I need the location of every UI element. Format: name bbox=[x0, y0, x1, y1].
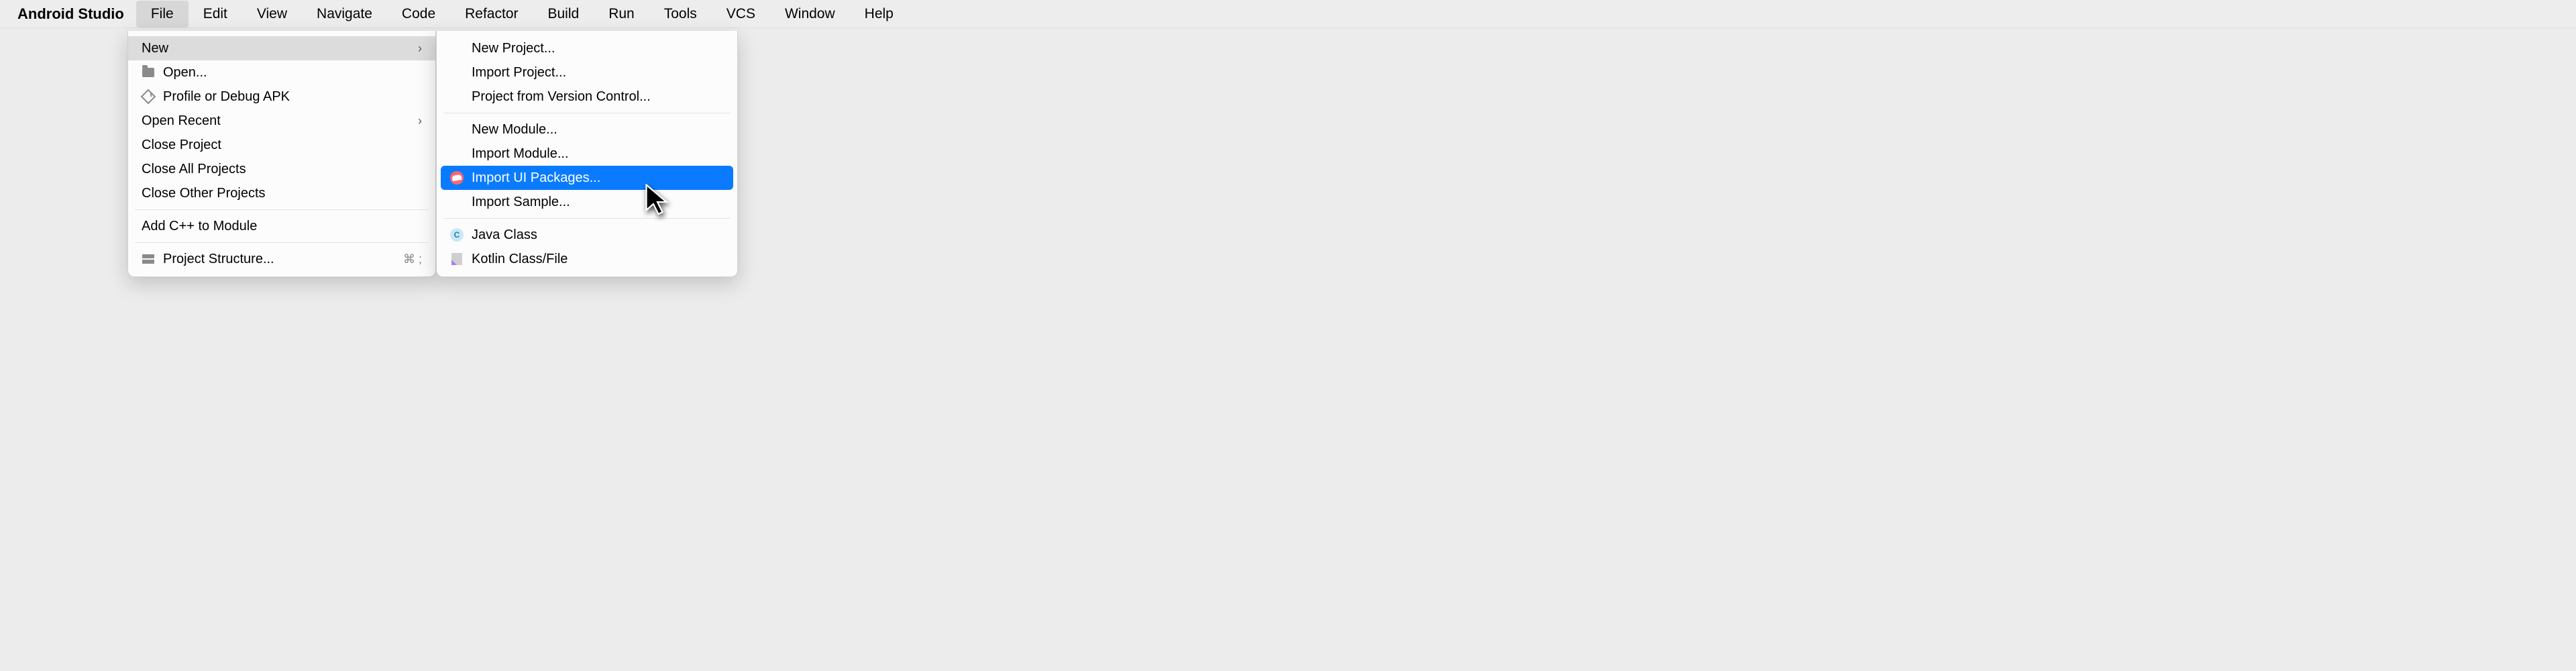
file-label: Close Project bbox=[142, 138, 422, 153]
menu-help[interactable]: Help bbox=[850, 1, 908, 28]
menu-navigate[interactable]: Navigate bbox=[302, 1, 387, 28]
file-add-c-to-module[interactable]: Add C++ to Module bbox=[128, 214, 435, 238]
new-label: Kotlin Class/File bbox=[472, 252, 724, 267]
structure-icon bbox=[142, 252, 155, 266]
menubar: Android Studio FileEditViewNavigateCodeR… bbox=[0, 0, 2576, 28]
file-label: Project Structure... bbox=[163, 252, 403, 267]
new-separator bbox=[443, 218, 731, 219]
menu-tools[interactable]: Tools bbox=[649, 1, 712, 28]
new-label: New Module... bbox=[472, 122, 724, 138]
menu-view[interactable]: View bbox=[242, 1, 302, 28]
file-open[interactable]: Open... bbox=[128, 60, 435, 85]
file-label: Close Other Projects bbox=[142, 186, 422, 201]
file-label: Close All Projects bbox=[142, 162, 422, 177]
new-label: Import Sample... bbox=[472, 195, 724, 210]
chevron-right-icon: › bbox=[418, 114, 422, 128]
new-new-module[interactable]: New Module... bbox=[437, 117, 737, 142]
menu-window[interactable]: Window bbox=[770, 1, 850, 28]
menu-run[interactable]: Run bbox=[594, 1, 649, 28]
chevron-right-icon: › bbox=[418, 42, 422, 56]
apk-icon bbox=[142, 90, 155, 103]
new-label: Import Project... bbox=[472, 65, 724, 81]
file-menu-dropdown: New›Open...Profile or Debug APKOpen Rece… bbox=[127, 31, 436, 277]
menu-vcs[interactable]: VCS bbox=[712, 1, 770, 28]
new-project-from-version-control[interactable]: Project from Version Control... bbox=[437, 85, 737, 109]
new-import-module[interactable]: Import Module... bbox=[437, 142, 737, 166]
new-label: Import UI Packages... bbox=[472, 170, 724, 186]
file-label: Open Recent bbox=[142, 113, 418, 129]
new-new-project[interactable]: New Project... bbox=[437, 36, 737, 60]
file-profile-or-debug-apk[interactable]: Profile or Debug APK bbox=[128, 85, 435, 109]
file-new[interactable]: New› bbox=[128, 36, 435, 60]
folder-icon bbox=[142, 66, 155, 79]
relay-icon bbox=[450, 171, 464, 185]
menu-edit[interactable]: Edit bbox=[189, 1, 242, 28]
java-icon: C bbox=[450, 228, 464, 242]
file-close-other-projects[interactable]: Close Other Projects bbox=[128, 181, 435, 205]
file-open-recent[interactable]: Open Recent› bbox=[128, 109, 435, 133]
new-import-sample[interactable]: Import Sample... bbox=[437, 190, 737, 214]
file-close-project[interactable]: Close Project bbox=[128, 133, 435, 157]
shortcut: ⌘ ; bbox=[403, 252, 422, 266]
new-java-class[interactable]: C Java Class bbox=[437, 223, 737, 247]
menu-code[interactable]: Code bbox=[387, 1, 450, 28]
file-separator bbox=[135, 242, 429, 243]
file-label: Add C++ to Module bbox=[142, 219, 422, 234]
new-import-project[interactable]: Import Project... bbox=[437, 60, 737, 85]
menu-refactor[interactable]: Refactor bbox=[450, 1, 533, 28]
file-label: Open... bbox=[163, 65, 422, 81]
file-project-structure[interactable]: Project Structure...⌘ ; bbox=[128, 247, 435, 271]
menu-build[interactable]: Build bbox=[533, 1, 594, 28]
file-close-all-projects[interactable]: Close All Projects bbox=[128, 157, 435, 181]
app-title: Android Studio bbox=[5, 1, 136, 27]
file-label: New bbox=[142, 41, 418, 56]
new-label: Import Module... bbox=[472, 146, 724, 162]
new-import-ui-packages[interactable]: Import UI Packages... bbox=[441, 166, 733, 190]
file-label: Profile or Debug APK bbox=[163, 89, 422, 105]
file-separator bbox=[135, 209, 429, 210]
new-submenu-dropdown: New Project... Import Project... Project f… bbox=[436, 31, 738, 277]
new-label: Java Class bbox=[472, 227, 724, 243]
kotlin-icon bbox=[450, 252, 464, 266]
new-kotlin-class-file[interactable]: Kotlin Class/File bbox=[437, 247, 737, 271]
menu-file[interactable]: File bbox=[136, 1, 189, 28]
new-label: New Project... bbox=[472, 41, 724, 56]
new-label: Project from Version Control... bbox=[472, 89, 724, 105]
workspace: New›Open...Profile or Debug APKOpen Rece… bbox=[0, 28, 2576, 671]
